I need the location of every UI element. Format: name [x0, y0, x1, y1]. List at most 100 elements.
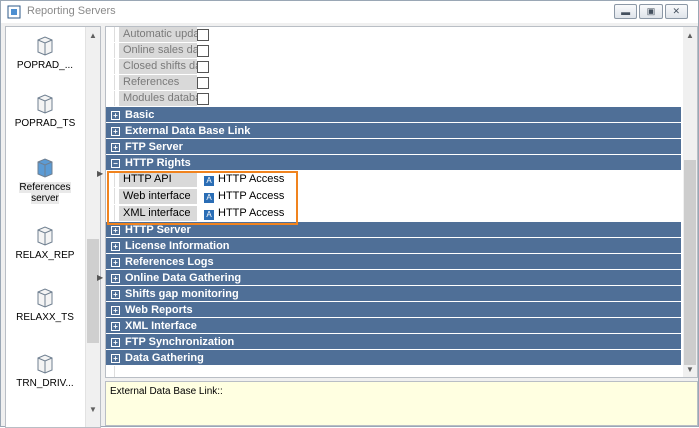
category-row[interactable]: + Web Reports — [106, 302, 681, 318]
http-rights-item[interactable]: Web interface A HTTP Access — [106, 188, 681, 205]
access-icon: A — [204, 210, 214, 220]
property-name: Closed shifts data — [119, 59, 197, 74]
close-button[interactable]: ✕ — [664, 4, 688, 19]
expand-icon[interactable]: + — [111, 226, 120, 235]
expand-icon[interactable]: + — [111, 354, 120, 363]
title-bar: Reporting Servers ▬ ▣ ✕ — [1, 1, 698, 23]
category-row[interactable]: + HTTP Server — [106, 222, 681, 238]
server-item[interactable]: POPRAD_... — [6, 35, 84, 71]
property-checkbox[interactable] — [197, 61, 209, 73]
grid-scrollbar[interactable]: ▲ ▼ — [683, 27, 697, 377]
property-name: HTTP API — [119, 172, 197, 187]
access-label: HTTP Access — [218, 207, 285, 219]
property-row[interactable]: Online sales data — [106, 43, 681, 59]
maximize-button[interactable]: ▣ — [639, 4, 663, 19]
scroll-thumb[interactable] — [87, 239, 99, 343]
scroll-thumb[interactable] — [684, 160, 696, 365]
server-icon — [37, 158, 53, 178]
category-row[interactable]: + Basic — [106, 107, 681, 123]
server-icon — [37, 36, 53, 56]
window-title: Reporting Servers — [27, 5, 116, 17]
property-checkbox[interactable] — [197, 77, 209, 89]
property-row[interactable]: Modules database — [106, 91, 681, 107]
server-icon — [37, 94, 53, 114]
minimize-icon: ▬ — [621, 6, 631, 17]
property-name: References — [119, 75, 197, 90]
server-list: POPRAD_... POPRAD_TS References server RELA… — [5, 26, 101, 428]
minimize-button[interactable]: ▬ — [614, 4, 638, 19]
http-rights-item[interactable]: XML interface A HTTP Access — [106, 205, 681, 222]
server-item[interactable]: References server — [6, 157, 84, 204]
collapse-icon[interactable]: − — [111, 159, 120, 168]
expand-icon[interactable]: + — [111, 143, 120, 152]
property-row[interactable]: References — [106, 75, 681, 91]
server-icon — [37, 226, 53, 246]
category-row-http-rights[interactable]: − HTTP Rights — [106, 155, 681, 171]
server-icon — [37, 354, 53, 374]
category-label: FTP Server — [125, 141, 183, 153]
property-row[interactable]: Automatic update — [106, 27, 681, 43]
maximize-icon: ▣ — [646, 6, 656, 16]
description-panel: External Data Base Link:: — [105, 381, 698, 426]
property-rows: Automatic updateOnline sales dataClosed … — [106, 27, 681, 366]
property-checkbox[interactable] — [197, 93, 209, 105]
expand-icon[interactable]: + — [111, 258, 120, 267]
access-label: HTTP Access — [218, 173, 285, 185]
property-row[interactable]: Closed shifts data — [106, 59, 681, 75]
category-label: Online Data Gathering — [125, 272, 242, 284]
category-row[interactable]: + Online Data Gathering — [106, 270, 681, 286]
server-name: TRN_DRIV... — [16, 378, 74, 389]
expand-icon[interactable]: + — [111, 274, 120, 283]
close-icon: ✕ — [672, 6, 681, 16]
scroll-up-icon[interactable]: ▲ — [86, 31, 100, 40]
category-label: License Information — [125, 240, 230, 252]
category-label: External Data Base Link — [125, 125, 251, 137]
scroll-down-icon[interactable]: ▼ — [683, 365, 697, 374]
category-row[interactable]: + Shifts gap monitoring — [106, 286, 681, 302]
scroll-down-icon[interactable]: ▼ — [86, 405, 100, 414]
property-name: Online sales data — [119, 43, 197, 58]
server-list-scrollbar[interactable]: ▲ ▼ — [85, 27, 100, 427]
property-name: XML interface — [119, 206, 197, 221]
expand-icon[interactable]: + — [111, 290, 120, 299]
category-row[interactable]: + License Information — [106, 238, 681, 254]
category-row[interactable]: + References Logs — [106, 254, 681, 270]
expand-icon[interactable]: + — [111, 322, 120, 331]
access-label: HTTP Access — [218, 190, 285, 202]
reporting-servers-window: Reporting Servers ▬ ▣ ✕ POPRAD_... POPRAD… — [0, 0, 699, 428]
access-icon: A — [204, 193, 214, 203]
property-value[interactable]: A HTTP Access — [204, 190, 284, 203]
server-item[interactable]: RELAX_REP — [6, 225, 84, 261]
app-icon — [7, 5, 21, 19]
expand-icon[interactable]: + — [111, 338, 120, 347]
expand-icon[interactable]: + — [111, 242, 120, 251]
category-row[interactable]: + External Data Base Link — [106, 123, 681, 139]
expand-icon[interactable]: + — [111, 111, 120, 120]
server-name: References server — [19, 182, 71, 204]
server-item[interactable]: POPRAD_TS — [6, 93, 84, 129]
category-row[interactable]: + FTP Server — [106, 139, 681, 155]
property-name: Modules database — [119, 91, 197, 106]
category-label: Shifts gap monitoring — [125, 288, 239, 300]
category-row[interactable]: + XML Interface — [106, 318, 681, 334]
expand-icon[interactable]: + — [111, 127, 120, 136]
category-label: XML Interface — [125, 320, 197, 332]
row-pointer-icon: ▶ — [97, 169, 104, 178]
http-rights-item[interactable]: HTTP API A HTTP Access — [106, 171, 681, 188]
expand-icon[interactable]: + — [111, 306, 120, 315]
server-item[interactable]: TRN_DRIV... — [6, 353, 84, 389]
property-value[interactable]: A HTTP Access — [204, 173, 284, 186]
category-label: FTP Synchronization — [125, 336, 235, 348]
property-checkbox[interactable] — [197, 29, 209, 41]
scroll-up-icon[interactable]: ▲ — [683, 31, 697, 40]
server-name: RELAXX_TS — [16, 312, 74, 323]
category-row[interactable]: + FTP Synchronization — [106, 334, 681, 350]
property-value[interactable]: A HTTP Access — [204, 207, 284, 220]
property-grid: Automatic updateOnline sales dataClosed … — [105, 26, 698, 378]
property-checkbox[interactable] — [197, 45, 209, 57]
server-name: POPRAD_... — [16, 60, 74, 71]
caption-buttons: ▬ ▣ ✕ — [614, 4, 690, 21]
category-row[interactable]: + Data Gathering — [106, 350, 681, 366]
server-item[interactable]: RELAXX_TS — [6, 287, 84, 323]
category-label: Data Gathering — [125, 352, 204, 364]
